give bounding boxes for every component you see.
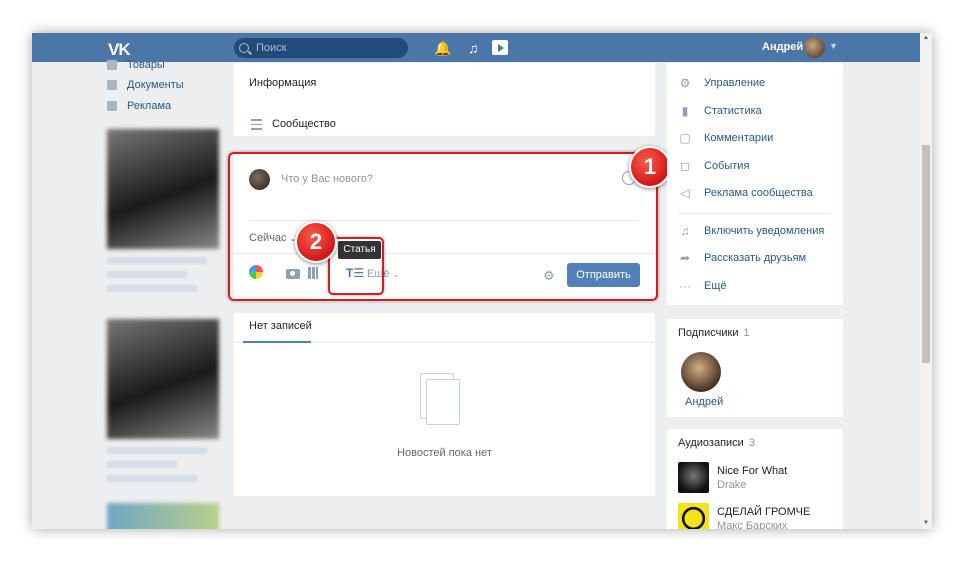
empty-feed-text: Новостей пока нет <box>397 447 492 459</box>
ad-image[interactable] <box>107 129 219 249</box>
menu-item-label: Реклама сообщества <box>704 187 813 199</box>
bag-icon <box>107 60 117 70</box>
gear-icon: ⚙ <box>679 76 691 90</box>
bell-icon[interactable]: 🔔 <box>434 40 451 56</box>
community-label[interactable]: Сообщество <box>272 118 336 130</box>
chart-icon: ▮ <box>681 104 689 118</box>
ad-text <box>107 475 197 482</box>
ad-image[interactable] <box>107 503 219 529</box>
ad-text <box>107 271 187 278</box>
menu-item-label: Рассказать друзьям <box>704 252 807 264</box>
ad-image[interactable] <box>107 319 219 439</box>
menu-item-label: Управление <box>704 77 766 89</box>
sidebar-item-label: Реклама <box>127 100 172 112</box>
ad-text <box>107 447 207 454</box>
section-title: Аудиозаписи <box>678 437 744 449</box>
menu-item-manage[interactable]: ⚙ Управление <box>678 74 766 92</box>
track-title[interactable]: СДЕЛАЙ ГРОМЧЕ <box>717 506 810 518</box>
document-icon <box>107 80 117 90</box>
menu-item-label: Включить уведомления <box>704 225 825 237</box>
subscriber-name[interactable]: Андрей <box>685 396 723 408</box>
scroll-down-arrow-icon[interactable]: ▼ <box>923 520 929 526</box>
menu-item-comments[interactable]: ▢ Комментарии <box>678 129 773 147</box>
event-icon: ◻ <box>680 159 690 173</box>
ad-text <box>107 461 177 468</box>
step-badge: 1 <box>629 146 671 188</box>
sidebar-item-ads[interactable]: Реклама <box>107 98 227 114</box>
menu-item-more[interactable]: ··· Ещё <box>678 277 727 295</box>
user-avatar[interactable] <box>804 37 825 58</box>
section-title: Подписчики <box>678 327 739 339</box>
empty-feed-icon <box>420 373 460 425</box>
megaphone-icon <box>107 101 117 111</box>
audio-title[interactable]: Аудиозаписи 3 <box>678 437 755 449</box>
menu-item-events[interactable]: ◻ События <box>678 157 749 175</box>
video-icon[interactable] <box>492 40 508 55</box>
tab-underline <box>243 341 311 343</box>
browser-window: VK Поиск 🔔 ♫ Андрей ▼ ▲ ▼ Товары Докумен… <box>32 33 932 529</box>
album-cover[interactable] <box>678 503 709 529</box>
step-badge: 2 <box>295 221 337 263</box>
track-artist[interactable]: Макс Барских <box>717 520 787 529</box>
ad-text <box>107 285 197 292</box>
megaphone-icon: ◁ <box>680 186 690 200</box>
sidebar-item-goods[interactable]: Товары <box>107 57 227 73</box>
menu-item-community-ads[interactable]: ◁ Реклама сообщества <box>678 184 813 202</box>
search-icon <box>239 43 249 53</box>
ad-text <box>107 257 207 264</box>
track-title[interactable]: Nice For What <box>717 465 787 477</box>
menu-icon <box>251 119 262 133</box>
menu-item-statistics[interactable]: ▮ Статистика <box>678 102 762 120</box>
menu-item-label: Ещё <box>704 280 727 292</box>
tab-no-posts[interactable]: Нет записей <box>249 320 312 332</box>
scroll-up-arrow-icon[interactable]: ▲ <box>923 35 929 41</box>
music-icon[interactable]: ♫ <box>468 40 479 56</box>
menu-item-label: Комментарии <box>704 132 774 144</box>
album-cover[interactable] <box>678 462 709 493</box>
more-icon: ··· <box>679 279 691 293</box>
chevron-down-icon[interactable]: ▼ <box>829 41 838 51</box>
track-artist[interactable]: Drake <box>717 479 746 491</box>
menu-item-share[interactable]: ➦ Рассказать друзьям <box>678 249 806 267</box>
menu-item-label: Статистика <box>704 105 762 117</box>
user-name[interactable]: Андрей <box>762 41 803 53</box>
section-count: 3 <box>748 437 755 449</box>
share-icon: ➦ <box>679 251 691 265</box>
scrollbar-thumb[interactable] <box>922 145 930 363</box>
search-input[interactable]: Поиск <box>234 38 408 58</box>
highlight-frame <box>228 152 658 301</box>
menu-item-label: События <box>704 160 750 172</box>
avatar[interactable] <box>681 352 721 392</box>
bell-icon: ♫ <box>680 224 690 238</box>
sidebar-item-label: Документы <box>127 79 184 91</box>
sidebar-item-label: Товары <box>127 59 165 71</box>
sidebar-item-documents[interactable]: Документы <box>107 77 227 93</box>
section-count: 1 <box>743 327 750 339</box>
info-title: Информация <box>249 77 317 89</box>
menu-item-notifications[interactable]: ♫ Включить уведомления <box>678 222 825 240</box>
divider <box>678 213 831 214</box>
subscribers-title[interactable]: Подписчики 1 <box>678 327 750 339</box>
comment-icon: ▢ <box>679 131 691 145</box>
